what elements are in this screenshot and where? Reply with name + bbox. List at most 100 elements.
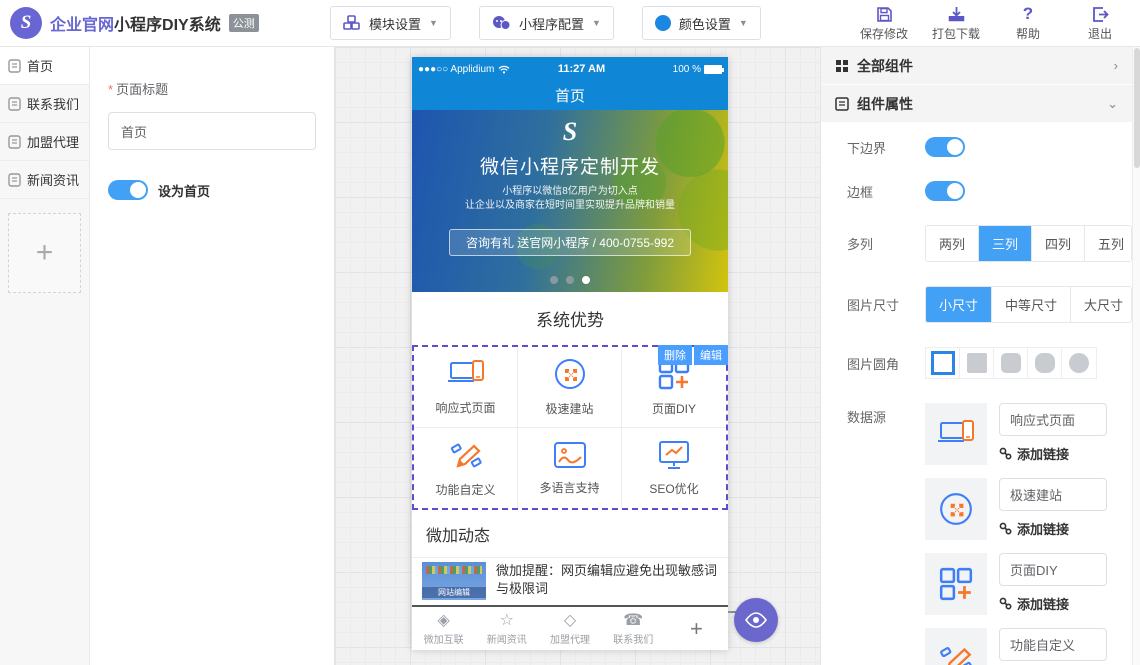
radius-option-square-selected[interactable] bbox=[926, 348, 960, 378]
image-size-medium[interactable]: 中等尺寸 bbox=[992, 287, 1071, 322]
preview-button[interactable] bbox=[734, 598, 778, 642]
image-size-small-selected[interactable]: 小尺寸 bbox=[926, 287, 992, 322]
all-components-label: 全部组件 bbox=[857, 56, 913, 76]
hero-banner[interactable]: S 微信小程序定制开发 小程序以微信8亿用户为切入点 让企业以及商家在短时间里实… bbox=[412, 110, 728, 292]
news-list-item[interactable]: 网站编辑 微加提醒：网页编辑应避免出现敏感词与极限词 bbox=[412, 558, 728, 601]
data-source-title-input[interactable] bbox=[999, 478, 1107, 511]
tab-news[interactable]: ☆ 新闻资讯 bbox=[475, 612, 538, 646]
news-title: 微加提醒：网页编辑应避免出现敏感词与极限词 bbox=[496, 562, 718, 601]
border-label: 边框 bbox=[847, 182, 925, 201]
package-download-button[interactable]: 打包下载 bbox=[930, 5, 982, 42]
add-link-button[interactable]: 添加链接 bbox=[999, 444, 1107, 463]
tab-label: 微加互联 bbox=[424, 631, 464, 646]
add-page-button[interactable]: + bbox=[8, 213, 81, 293]
properties-panel: 全部组件 › 组件属性 ⌄ 下边界 边框 多列 bbox=[820, 47, 1132, 665]
phone-status-bar: ●●●○○ Applidium 11:27 AM 100 % bbox=[412, 57, 728, 81]
grid-item-label: 多语言支持 bbox=[539, 479, 599, 496]
design-canvas: ●●●○○ Applidium 11:27 AM 100 % 首页 S 微信小程… bbox=[335, 47, 820, 665]
page-settings-panel: *页面标题 设为首页 bbox=[90, 47, 335, 665]
modules-settings-dropdown[interactable]: 模块设置 ▼ bbox=[330, 6, 451, 40]
grid-item-fast-build[interactable]: 极速建站 bbox=[518, 347, 622, 428]
bottom-border-toggle[interactable] bbox=[925, 137, 965, 157]
top-header: S 企业官网小程序DIY系统 公测 模块设置 ▼ 小程序配置 ▼ bbox=[0, 0, 1140, 47]
feature-grid: 响应式页面 极速建站 页面DIY bbox=[414, 347, 726, 508]
hero-title: 微信小程序定制开发 bbox=[412, 152, 728, 179]
sidebar-item-agency[interactable]: 加盟代理 bbox=[0, 123, 89, 161]
tab-weijia-hulian[interactable]: ◈ 微加互联 bbox=[412, 612, 475, 646]
columns-option-two[interactable]: 两列 bbox=[926, 226, 979, 261]
exit-label: 退出 bbox=[1088, 25, 1112, 42]
section-title: 系统优势 bbox=[412, 292, 728, 345]
selected-grid-component[interactable]: 删除 编辑 响应式页面 bbox=[412, 345, 728, 510]
color-settings-label: 颜色设置 bbox=[679, 14, 731, 33]
tab-add[interactable]: + bbox=[665, 618, 728, 640]
chevron-down-icon: ▼ bbox=[429, 18, 438, 28]
phone-nav-bar: 首页 bbox=[412, 81, 728, 110]
star-icon: ☆ bbox=[500, 612, 514, 630]
data-source-item: 添加链接 bbox=[925, 553, 1107, 615]
data-source-title-input[interactable] bbox=[999, 403, 1107, 436]
radius-option-rounded-lg[interactable] bbox=[1028, 348, 1062, 378]
radius-option-circle[interactable] bbox=[1062, 348, 1096, 378]
sidebar-item-contact[interactable]: 联系我们 bbox=[0, 85, 89, 123]
grid-item-multilanguage[interactable]: 多语言支持 bbox=[518, 428, 622, 509]
help-button[interactable]: ? 帮助 bbox=[1002, 5, 1054, 42]
radius-option-rounded-sm[interactable] bbox=[960, 348, 994, 378]
hero-cta-button[interactable]: 咨询有礼 送官网小程序 / 400-0755-992 bbox=[449, 229, 691, 256]
pencil-icon bbox=[925, 628, 987, 665]
save-icon bbox=[876, 5, 893, 23]
add-link-button[interactable]: 添加链接 bbox=[999, 594, 1107, 613]
columns-option-five[interactable]: 五列 bbox=[1085, 226, 1132, 261]
delete-component-button[interactable]: 删除 bbox=[658, 345, 692, 365]
app-window: S 企业官网小程序DIY系统 公测 模块设置 ▼ 小程序配置 ▼ bbox=[0, 0, 1140, 665]
carousel-dot[interactable] bbox=[550, 276, 558, 284]
page-title-label: *页面标题 bbox=[108, 79, 316, 98]
tab-contact[interactable]: ☎ 联系我们 bbox=[602, 612, 665, 646]
data-source-title-input[interactable] bbox=[999, 628, 1107, 661]
sidebar-item-home[interactable]: 首页 bbox=[0, 47, 89, 85]
miniprogram-config-dropdown[interactable]: 小程序配置 ▼ bbox=[479, 6, 614, 40]
radius-option-rounded-md[interactable] bbox=[994, 348, 1028, 378]
link-icon bbox=[999, 522, 1012, 535]
wechat-icon bbox=[492, 15, 511, 31]
pencil-icon bbox=[448, 438, 484, 475]
scrollbar-thumb[interactable] bbox=[1134, 48, 1140, 168]
data-source-item: 添加链接 bbox=[925, 403, 1107, 465]
properties-list-icon bbox=[835, 97, 849, 111]
border-toggle[interactable] bbox=[925, 181, 965, 201]
sidebar-item-label: 联系我们 bbox=[27, 94, 79, 113]
data-source-title-input[interactable] bbox=[999, 553, 1107, 586]
all-components-bar[interactable]: 全部组件 › bbox=[821, 47, 1132, 85]
carousel-dot[interactable] bbox=[566, 276, 574, 284]
sidebar-item-news[interactable]: 新闻资讯 bbox=[0, 161, 89, 199]
add-link-button[interactable]: 添加链接 bbox=[999, 519, 1107, 538]
carousel-dot-active[interactable] bbox=[582, 276, 590, 284]
edit-component-button[interactable]: 编辑 bbox=[694, 345, 728, 365]
exit-button[interactable]: 退出 bbox=[1074, 5, 1126, 42]
laptop-phone-icon bbox=[925, 403, 987, 465]
columns-segmented-control: 两列 三列 四列 五列 bbox=[925, 225, 1132, 262]
page-title-input[interactable] bbox=[108, 112, 316, 150]
link-icon bbox=[999, 597, 1012, 610]
image-size-large[interactable]: 大尺寸 bbox=[1071, 287, 1132, 322]
grid-item-label: 页面DIY bbox=[652, 400, 696, 417]
chevron-down-icon: ▼ bbox=[592, 18, 601, 28]
grid-item-label: 功能自定义 bbox=[435, 481, 495, 498]
columns-option-three-selected[interactable]: 三列 bbox=[979, 226, 1032, 261]
columns-option-four[interactable]: 四列 bbox=[1032, 226, 1085, 261]
grid-item-responsive[interactable]: 响应式页面 bbox=[414, 347, 518, 428]
status-time: 11:27 AM bbox=[494, 63, 668, 75]
header-actions: 保存修改 打包下载 ? 帮助 退出 bbox=[858, 5, 1140, 42]
panel-scrollbar[interactable] bbox=[1132, 47, 1140, 665]
save-changes-button[interactable]: 保存修改 bbox=[858, 5, 910, 42]
sidebar-item-label: 新闻资讯 bbox=[27, 170, 79, 189]
phone-tab-bar: ◈ 微加互联 ☆ 新闻资讯 ◇ 加盟代理 ☎ 联系我们 bbox=[412, 605, 728, 650]
component-properties-bar[interactable]: 组件属性 ⌄ bbox=[821, 85, 1132, 123]
grid-item-label: 响应式页面 bbox=[435, 399, 495, 416]
set-as-home-toggle[interactable] bbox=[108, 180, 148, 200]
grid-item-seo[interactable]: SEO优化 bbox=[622, 428, 726, 509]
tab-agency[interactable]: ◇ 加盟代理 bbox=[538, 612, 601, 646]
color-settings-dropdown[interactable]: 颜色设置 ▼ bbox=[642, 6, 761, 40]
app-title: 企业官网小程序DIY系统 bbox=[50, 11, 221, 35]
grid-item-custom-function[interactable]: 功能自定义 bbox=[414, 428, 518, 509]
